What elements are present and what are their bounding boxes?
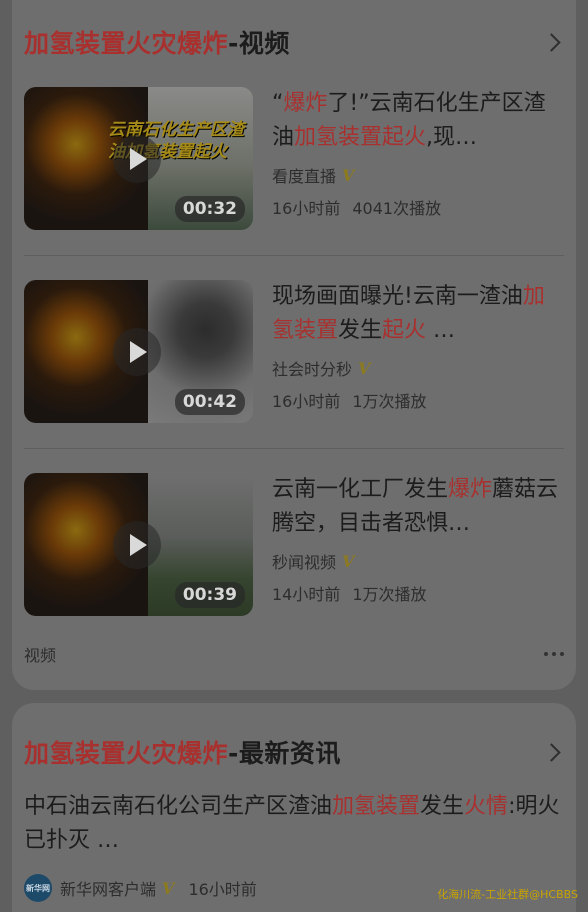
publisher-logo: 新华网: [24, 874, 52, 902]
video-source: 社会时分秒 V: [272, 356, 564, 380]
text-segment: ,现…: [426, 125, 478, 150]
news-source: 新华网 新华网客户端 V 16小时前: [24, 874, 257, 902]
keyword-highlight: 爆炸: [283, 91, 328, 116]
video-meta: 14小时前 1万次播放: [272, 581, 564, 605]
publish-time: 16小时前: [272, 199, 341, 218]
video-item[interactable]: 00:39 云南一化工厂发生爆炸蘑菇云腾空，目击者恐惧… 秒闻视频 V 14小时…: [24, 473, 564, 618]
title-keyword: 加氢装置火灾爆炸: [24, 739, 229, 768]
keyword-highlight: 加氢装置起火: [294, 125, 427, 150]
video-thumbnail[interactable]: 00:42: [24, 280, 253, 423]
verified-icon: V: [342, 551, 355, 571]
chevron-right-icon[interactable]: [542, 742, 561, 762]
video-item[interactable]: 云南石化生产区渣油加氢装置起火 00:32 “爆炸了!”云南石化生产区渣油加氢装…: [24, 87, 564, 232]
duration-badge: 00:39: [174, 582, 245, 608]
source-name[interactable]: 秒闻视频: [272, 549, 336, 573]
duration-badge: 00:32: [174, 196, 245, 222]
title-suffix: -最新资讯: [228, 739, 341, 768]
video-source: 秒闻视频 V: [272, 549, 564, 573]
section-header-videos[interactable]: 加氢装置火灾爆炸-视频: [24, 24, 564, 60]
video-thumbnail[interactable]: 云南石化生产区渣油加氢装置起火 00:32: [24, 87, 253, 230]
video-title[interactable]: 云南一化工厂发生爆炸蘑菇云腾空，目击者恐惧…: [272, 473, 564, 541]
verified-icon: V: [342, 165, 355, 185]
video-meta: 16小时前 4041次播放: [272, 195, 564, 219]
publish-time: 16小时前: [188, 880, 257, 899]
video-info: “爆炸了!”云南石化生产区渣油加氢装置起火,现… 看度直播 V 16小时前 404…: [272, 87, 564, 232]
section-header-news[interactable]: 加氢装置火灾爆炸-最新资讯: [24, 734, 564, 770]
publish-time: 16小时前: [272, 392, 341, 411]
play-count: 4041次播放: [352, 199, 442, 218]
video-thumbnail[interactable]: 00:39: [24, 473, 253, 616]
text-segment: 发生: [420, 794, 465, 819]
keyword-highlight: 加氢装置: [332, 794, 421, 819]
play-count: 1万次播放: [352, 392, 427, 411]
watermark: 化海川流-工业社群@HCBBS: [437, 888, 578, 901]
title-keyword: 加氢装置火灾爆炸: [24, 29, 229, 58]
keyword-highlight: 爆炸: [448, 477, 493, 502]
verified-icon: V: [162, 878, 175, 898]
video-title[interactable]: “爆炸了!”云南石化生产区渣油加氢装置起火,现…: [272, 87, 564, 155]
play-icon[interactable]: [113, 521, 161, 569]
divider: [24, 255, 564, 256]
chevron-right-icon[interactable]: [542, 32, 561, 52]
divider: [24, 448, 564, 449]
video-info: 现场画面曝光!云南一渣油加氢装置发生起火 … 社会时分秒 V 16小时前 1万次播…: [272, 280, 564, 425]
more-options-icon[interactable]: [544, 652, 564, 656]
publish-time: 14小时前: [272, 585, 341, 604]
source-name[interactable]: 看度直播: [272, 163, 336, 187]
source-name[interactable]: 新华网客户端: [60, 876, 156, 900]
text-segment: 云南一化工厂发生: [272, 477, 449, 502]
play-icon[interactable]: [113, 328, 161, 376]
play-icon[interactable]: [113, 135, 161, 183]
keyword-highlight: 起火: [382, 318, 427, 343]
news-headline[interactable]: 中石油云南石化公司生产区渣油加氢装置发生火情:明火已扑灭 …: [24, 790, 564, 858]
verified-icon: V: [358, 358, 371, 378]
card-footer: 视频: [24, 642, 564, 666]
video-title[interactable]: 现场画面曝光!云南一渣油加氢装置发生起火 …: [272, 280, 564, 348]
text-segment: “: [272, 91, 284, 116]
keyword-highlight: 火情: [464, 794, 509, 819]
video-meta: 16小时前 1万次播放: [272, 388, 564, 412]
text-segment: 发生: [338, 318, 383, 343]
duration-badge: 00:42: [174, 389, 245, 415]
video-source: 看度直播 V: [272, 163, 564, 187]
category-label[interactable]: 视频: [24, 642, 56, 666]
text-segment: 中石油云南石化公司生产区渣油: [24, 794, 333, 819]
video-item[interactable]: 00:42 现场画面曝光!云南一渣油加氢装置发生起火 … 社会时分秒 V 16小…: [24, 280, 564, 425]
title-suffix: -视频: [228, 29, 290, 58]
section-title: 加氢装置火灾爆炸-视频: [24, 24, 290, 60]
video-info: 云南一化工厂发生爆炸蘑菇云腾空，目击者恐惧… 秒闻视频 V 14小时前 1万次播放: [272, 473, 564, 618]
source-name[interactable]: 社会时分秒: [272, 356, 352, 380]
text-segment: …: [426, 318, 456, 343]
text-segment: 现场画面曝光!云南一渣油: [272, 284, 523, 309]
section-title: 加氢装置火灾爆炸-最新资讯: [24, 734, 341, 770]
play-count: 1万次播放: [352, 585, 427, 604]
